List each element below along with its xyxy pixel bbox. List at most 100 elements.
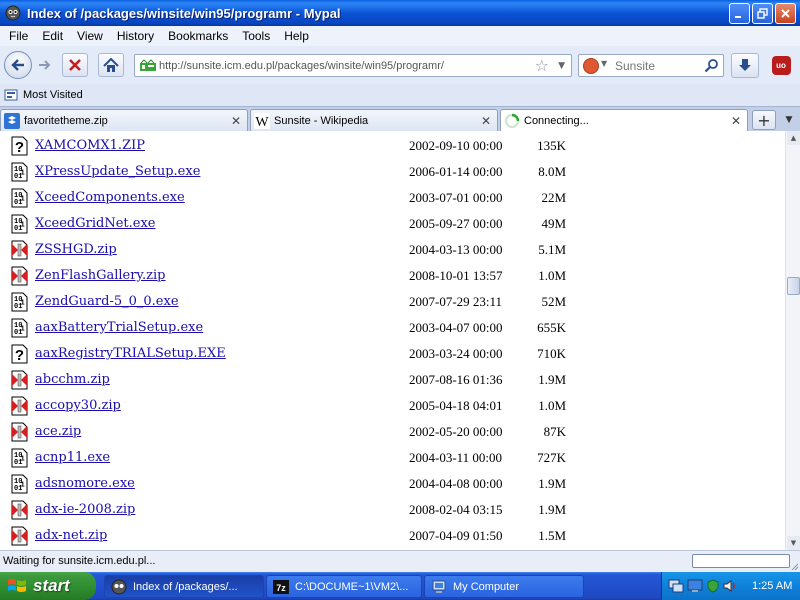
url-dropdown-icon[interactable]: ▼	[558, 58, 565, 74]
menu-edit[interactable]: Edit	[35, 29, 70, 43]
file-link[interactable]: abcchm.zip	[35, 372, 110, 387]
file-link[interactable]: ace.zip	[35, 424, 81, 439]
home-button[interactable]	[98, 53, 124, 77]
search-bar[interactable]: ▼	[578, 54, 724, 77]
listing-row: 10 01 1 XPressUpdate_Setup.exe 2006-01-14 00…	[0, 159, 785, 185]
home-icon	[103, 57, 119, 72]
downloads-button[interactable]	[731, 53, 759, 78]
file-date: 2007-04-09 01:50	[409, 528, 503, 543]
search-icon[interactable]	[704, 58, 719, 73]
url-input[interactable]	[159, 57, 529, 74]
dropbox-icon	[4, 112, 20, 129]
file-link[interactable]: XPressUpdate_Setup.exe	[35, 164, 200, 179]
file-link[interactable]: aaxRegistryTRIALSetup.EXE	[35, 346, 226, 361]
vertical-scrollbar[interactable]: ▲ ▼	[785, 131, 800, 550]
menu-bookmarks[interactable]: Bookmarks	[161, 29, 235, 43]
file-size: 1.0M	[538, 398, 566, 413]
duckduckgo-icon[interactable]	[583, 58, 599, 74]
file-link[interactable]: ZendGuard-5_0_0.exe	[35, 294, 179, 309]
compressed-file-icon[interactable]	[10, 396, 30, 416]
tab-close-icon[interactable]: ✕	[479, 114, 493, 128]
file-link[interactable]: ZSSHGD.zip	[35, 242, 117, 257]
scroll-up-arrow[interactable]: ▲	[787, 131, 800, 145]
file-link[interactable]: XceedComponents.exe	[35, 190, 185, 205]
my-computer-icon	[432, 580, 446, 593]
bookmark-star-icon[interactable]: ☆	[535, 57, 549, 74]
menu-history[interactable]: History	[110, 29, 161, 43]
taskbar-item-7zip[interactable]: 7z C:\DOCUME~1\VM2\...	[266, 575, 422, 598]
forward-arrow-icon	[39, 60, 51, 70]
restore-button[interactable]	[752, 3, 773, 24]
binary-file-icon[interactable]: 10 01 1	[10, 448, 30, 468]
tab-label: Connecting...	[524, 115, 589, 127]
file-link[interactable]: adsnomore.exe	[35, 476, 135, 491]
scroll-down-arrow[interactable]: ▼	[787, 536, 800, 550]
file-size: 22M	[541, 190, 566, 205]
engine-dropdown-icon[interactable]: ▼	[601, 59, 607, 68]
binary-file-icon[interactable]: 10 01 1	[10, 292, 30, 312]
file-link[interactable]: aaxBatteryTrialSetup.exe	[35, 320, 203, 335]
bookmark-most-visited[interactable]: Most Visited	[4, 88, 83, 102]
forward-button[interactable]	[34, 55, 56, 75]
new-tab-button[interactable]: +	[752, 110, 776, 130]
network-icon[interactable]	[668, 579, 684, 593]
resize-grip-icon[interactable]	[789, 561, 799, 571]
scrollbar-thumb[interactable]	[787, 277, 800, 295]
taskbar-item-mypal[interactable]: Index of /packages/...	[104, 575, 264, 598]
file-size: 1.9M	[538, 476, 566, 491]
binary-file-icon[interactable]: 10 01 1	[10, 214, 30, 234]
display-icon[interactable]	[687, 579, 703, 593]
file-date: 2008-10-01 13:57	[409, 268, 503, 283]
menu-help[interactable]: Help	[277, 29, 316, 43]
security-shield-icon[interactable]	[706, 579, 720, 593]
menu-tools[interactable]: Tools	[235, 29, 277, 43]
tab-close-icon[interactable]: ✕	[229, 114, 243, 128]
ublock-button[interactable]: uo	[767, 53, 795, 78]
compressed-file-icon[interactable]	[10, 266, 30, 286]
file-date: 2002-05-20 00:00	[409, 424, 503, 439]
compressed-file-icon[interactable]	[10, 500, 30, 520]
svg-text:1: 1	[21, 222, 25, 230]
svg-text:W: W	[255, 115, 269, 129]
file-link[interactable]: acnp11.exe	[35, 450, 110, 465]
unknown-file-icon[interactable]: ?	[10, 344, 30, 364]
most-visited-icon	[4, 89, 18, 101]
file-link[interactable]: XAMCOMX1.ZIP	[35, 138, 145, 153]
tab-favoritetheme[interactable]: favoritetheme.zip ✕	[0, 109, 248, 131]
search-input[interactable]	[615, 58, 703, 74]
close-button[interactable]	[775, 3, 796, 24]
compressed-file-icon[interactable]	[10, 240, 30, 260]
binary-file-icon[interactable]: 10 01 1	[10, 474, 30, 494]
file-link[interactable]: XceedGridNet.exe	[35, 216, 155, 231]
menu-view[interactable]: View	[70, 29, 110, 43]
compressed-file-icon[interactable]	[10, 370, 30, 390]
svg-text:1: 1	[21, 300, 25, 308]
binary-file-icon[interactable]: 10 01 1	[10, 188, 30, 208]
wikipedia-icon: W	[254, 112, 270, 129]
taskbar-item-my-computer[interactable]: My Computer	[424, 575, 584, 598]
title-bar[interactable]: Index of /packages/winsite/win95/program…	[0, 0, 800, 26]
stop-button[interactable]	[62, 53, 88, 77]
file-link[interactable]: adx-ie-2008.zip	[35, 502, 135, 517]
binary-file-icon[interactable]: 10 01 1	[10, 318, 30, 338]
tab-sunsite-wikipedia[interactable]: W Sunsite - Wikipedia ✕	[250, 109, 498, 131]
file-link[interactable]: ZenFlashGallery.zip	[35, 268, 166, 283]
back-button[interactable]	[4, 51, 32, 79]
tab-list-button[interactable]: ▼	[780, 110, 798, 130]
compressed-file-icon[interactable]	[10, 526, 30, 546]
compressed-file-icon[interactable]	[10, 422, 30, 442]
menu-file[interactable]: File	[2, 29, 35, 43]
file-link[interactable]: adx-net.zip	[35, 528, 107, 543]
volume-icon[interactable]	[723, 579, 737, 593]
minimize-button[interactable]	[729, 3, 750, 24]
binary-file-icon[interactable]: 10 01 1	[10, 162, 30, 182]
unknown-file-icon[interactable]: ?	[10, 136, 30, 156]
file-size: 1.0M	[538, 268, 566, 283]
file-link[interactable]: accopy30.zip	[35, 398, 121, 413]
window-title: Index of /packages/winsite/win95/program…	[27, 5, 341, 21]
address-bar[interactable]: ☆ ▼	[134, 54, 572, 77]
start-button[interactable]: start	[0, 572, 96, 600]
tab-connecting[interactable]: Connecting... ✕	[500, 109, 748, 132]
tab-close-icon[interactable]: ✕	[729, 114, 743, 128]
file-size: 87K	[543, 424, 566, 439]
